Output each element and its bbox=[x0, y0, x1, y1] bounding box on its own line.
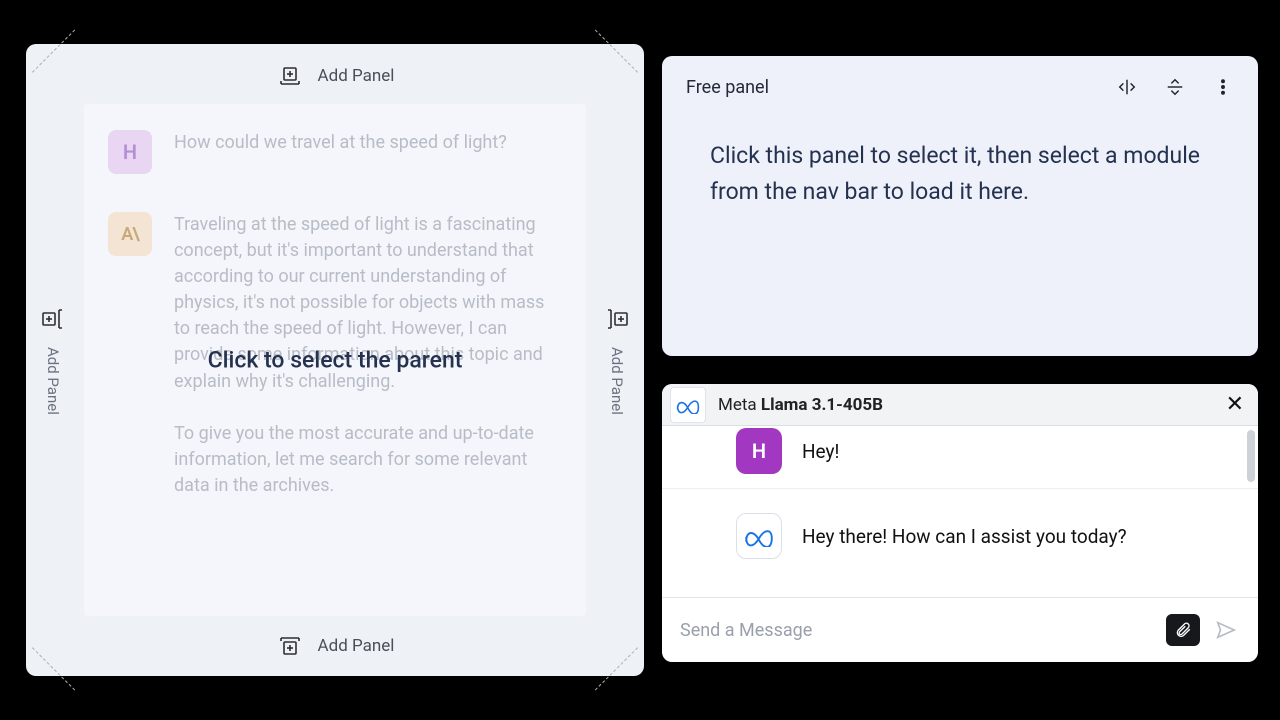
add-panel-left-icon bbox=[39, 305, 67, 333]
add-panel-right-button[interactable]: Add Panel bbox=[594, 44, 640, 676]
split-vertical-icon[interactable] bbox=[1164, 76, 1186, 98]
user-avatar: H bbox=[108, 130, 152, 174]
free-panel-instructions: Click this panel to select it, then sele… bbox=[686, 98, 1234, 209]
free-panel[interactable]: Free panel Click this panel to select it… bbox=[662, 56, 1258, 356]
chat-bot-message: Hey there! How can I assist you today? bbox=[662, 489, 1258, 573]
scrollbar-thumb[interactable] bbox=[1247, 430, 1255, 482]
add-panel-label: Add Panel bbox=[608, 347, 626, 415]
meta-logo-icon bbox=[736, 513, 782, 559]
add-panel-left-button[interactable]: Add Panel bbox=[30, 44, 76, 676]
user-avatar: H bbox=[736, 428, 782, 474]
chat-panel: Meta Llama 3.1-405B ✕ H Hey! Hey there! … bbox=[662, 384, 1258, 662]
add-panel-bottom-button[interactable]: Add Panel bbox=[26, 624, 644, 668]
add-panel-bottom-icon bbox=[276, 632, 304, 660]
user-message: H How could we travel at the speed of li… bbox=[108, 130, 562, 174]
free-panel-title: Free panel bbox=[686, 77, 769, 98]
add-panel-label: Add Panel bbox=[318, 66, 395, 86]
chat-bot-text: Hey there! How can I assist you today? bbox=[802, 525, 1127, 548]
chat-header: Meta Llama 3.1-405B ✕ bbox=[662, 384, 1258, 426]
ai-avatar: A\ bbox=[108, 212, 152, 256]
add-panel-label: Add Panel bbox=[44, 347, 62, 415]
chat-input-row bbox=[662, 598, 1258, 662]
split-horizontal-icon[interactable] bbox=[1116, 76, 1138, 98]
layout-editor-panel[interactable]: Add Panel Add Panel Add Panel Add Panel … bbox=[26, 44, 644, 676]
add-panel-top-icon bbox=[276, 62, 304, 90]
meta-logo-icon bbox=[670, 387, 706, 423]
chat-user-message: H Hey! bbox=[662, 426, 1258, 489]
chat-preview-card[interactable]: H How could we travel at the speed of li… bbox=[84, 104, 586, 616]
more-vertical-icon[interactable] bbox=[1212, 76, 1234, 98]
chat-message-input[interactable] bbox=[680, 620, 1154, 641]
ai-message-text: Traveling at the speed of light is a fas… bbox=[174, 212, 562, 499]
send-button[interactable] bbox=[1212, 616, 1240, 644]
ai-message: A\ Traveling at the speed of light is a … bbox=[108, 212, 562, 499]
attach-button[interactable] bbox=[1166, 614, 1200, 646]
add-panel-top-button[interactable]: Add Panel bbox=[26, 54, 644, 98]
chat-user-text: Hey! bbox=[802, 440, 839, 463]
chat-model-name: Meta Llama 3.1-405B bbox=[718, 395, 883, 415]
close-icon[interactable]: ✕ bbox=[1226, 394, 1244, 416]
user-message-text: How could we travel at the speed of ligh… bbox=[174, 130, 562, 174]
add-panel-label: Add Panel bbox=[318, 636, 395, 656]
add-panel-right-icon bbox=[603, 305, 631, 333]
